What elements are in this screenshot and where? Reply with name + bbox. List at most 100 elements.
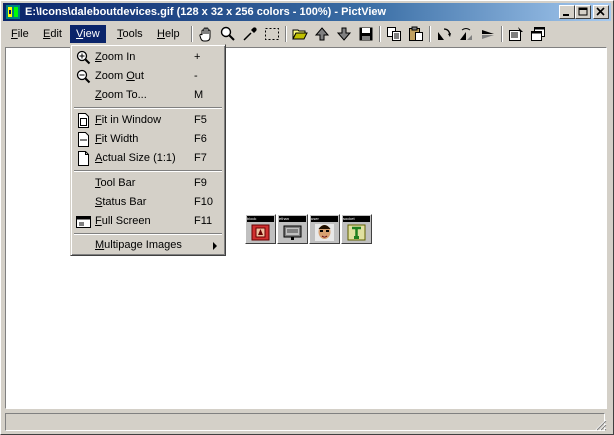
maximize-button[interactable] (575, 5, 591, 19)
menu-item-zoom-out[interactable]: Zoom Out - (74, 67, 222, 86)
label-rest: ctual Size (1:1) (102, 152, 176, 164)
zoom-tool-button[interactable] (217, 24, 239, 44)
open-button[interactable] (289, 24, 311, 44)
next-icon (336, 27, 352, 41)
menu-item-multipage-images[interactable]: Multipage Images (74, 236, 222, 255)
menu-help-accel: H (157, 28, 165, 40)
device-thumb-ethan: ethan (277, 214, 308, 244)
resize-grip-icon[interactable] (595, 419, 607, 431)
menu-view[interactable]: View (70, 25, 106, 43)
menu-item-shortcut: F7 (194, 152, 207, 164)
status-bar (5, 413, 607, 431)
user-face-art (315, 224, 334, 241)
thumb-header: socket (343, 216, 370, 222)
menu-item-full-screen[interactable]: Full Screen F11 (74, 212, 222, 231)
label-accel: Z (95, 89, 102, 101)
menu-item-label: Tool Bar (95, 174, 135, 193)
device-thumb-user: user (309, 214, 340, 244)
eyedropper-icon (243, 27, 257, 41)
pictview-app-icon[interactable] (6, 5, 20, 19)
menu-item-fit-width[interactable]: Fit Width F6 (74, 130, 222, 149)
save-button[interactable] (355, 24, 377, 44)
block-device-art (251, 224, 270, 241)
mirror-icon (482, 30, 494, 39)
next-image-button[interactable] (333, 24, 355, 44)
menu-item-label: Actual Size (1:1) (95, 149, 176, 168)
rotate-icon (438, 28, 451, 40)
full-screen-icon (76, 216, 91, 228)
menu-item-label: Zoom Out (95, 67, 144, 86)
close-icon (596, 7, 605, 16)
mirror-button[interactable] (477, 24, 499, 44)
device-thumb-block: block (245, 214, 276, 244)
title-bar[interactable]: E:\Icons\daleboutdevices.gif (128 x 32 x… (3, 3, 611, 21)
save-icon (359, 27, 373, 41)
rotate-button[interactable] (433, 24, 455, 44)
paste-button[interactable] (405, 24, 427, 44)
menu-item-status-bar[interactable]: Status Bar F10 (74, 193, 222, 212)
label-rest: ut (134, 70, 144, 82)
selection-icon (265, 28, 279, 40)
menu-item-shortcut: F10 (194, 196, 213, 208)
menu-edit-label: dit (50, 28, 62, 40)
view-menu-dropdown: Zoom In + Zoom Out - Zoom To... M Fit in… (70, 44, 226, 256)
menu-view-label: iew (83, 28, 100, 40)
window-title: E:\Icons\daleboutdevices.gif (128 x 32 x… (25, 6, 387, 18)
label-rest: ull Screen (101, 215, 151, 227)
label-rest: ultipage Images (104, 239, 182, 251)
menu-item-label: Multipage Images (95, 236, 182, 255)
flip-button[interactable] (455, 24, 477, 44)
status-pane (5, 413, 605, 431)
menu-item-shortcut: + (194, 51, 201, 63)
selection-tool-button[interactable] (261, 24, 283, 44)
window-button[interactable] (527, 24, 549, 44)
network-device-art (283, 225, 302, 240)
menu-item-zoom-in[interactable]: Zoom In + (74, 48, 222, 67)
label-rest: oom In (101, 51, 136, 63)
fit-width-icon (78, 132, 89, 147)
menu-item-shortcut: F6 (194, 133, 207, 145)
label-accel: M (95, 239, 105, 251)
menu-item-zoom-to[interactable]: Zoom To... M (74, 86, 222, 105)
fit-window-icon (78, 113, 89, 128)
properties-button[interactable] (505, 24, 527, 44)
eyedropper-tool-button[interactable] (239, 24, 261, 44)
menu-help-label: elp (164, 28, 180, 40)
close-button[interactable] (593, 5, 609, 19)
label-rest: ool Bar (100, 177, 136, 189)
menu-item-label: Fit Width (95, 130, 138, 149)
menu-edit[interactable]: Edit (37, 25, 68, 43)
minimize-button[interactable] (559, 5, 575, 19)
label-accel: F (95, 133, 102, 145)
hand-tool-button[interactable] (195, 24, 217, 44)
image-preview[interactable]: block ethan user socket (245, 214, 373, 246)
menu-item-label: Zoom In (95, 48, 135, 67)
menu-item-actual-size[interactable]: Actual Size (1:1) F7 (74, 149, 222, 168)
toolbar-separator (429, 26, 431, 42)
minimize-icon (563, 14, 569, 16)
zoom-out-icon (76, 69, 91, 84)
maximize-icon (578, 7, 588, 16)
menu-item-label: Zoom To... (95, 86, 147, 105)
actual-size-icon (78, 151, 89, 166)
menu-file[interactable]: File (5, 25, 35, 43)
menu-item-shortcut: F9 (194, 177, 207, 189)
previous-image-button[interactable] (311, 24, 333, 44)
menu-item-tool-bar[interactable]: Tool Bar F9 (74, 174, 222, 193)
submenu-arrow-icon (213, 242, 217, 250)
paste-icon (409, 26, 423, 41)
label-rest: it Width (101, 133, 139, 145)
menu-item-shortcut: M (194, 89, 204, 101)
device-thumb-socket: socket (341, 214, 372, 244)
zoom-in-icon (76, 50, 91, 65)
menu-item-shortcut: - (194, 70, 198, 82)
menu-item-fit-in-window[interactable]: Fit in Window F5 (74, 111, 222, 130)
copy-icon (387, 27, 401, 41)
menu-help[interactable]: Help (151, 25, 186, 43)
label-accel: F (95, 114, 102, 126)
menu-separator (74, 107, 222, 109)
thumb-header: user (311, 216, 338, 222)
copy-button[interactable] (383, 24, 405, 44)
menu-tools[interactable]: Tools (111, 25, 149, 43)
toolbar-separator (191, 26, 193, 42)
